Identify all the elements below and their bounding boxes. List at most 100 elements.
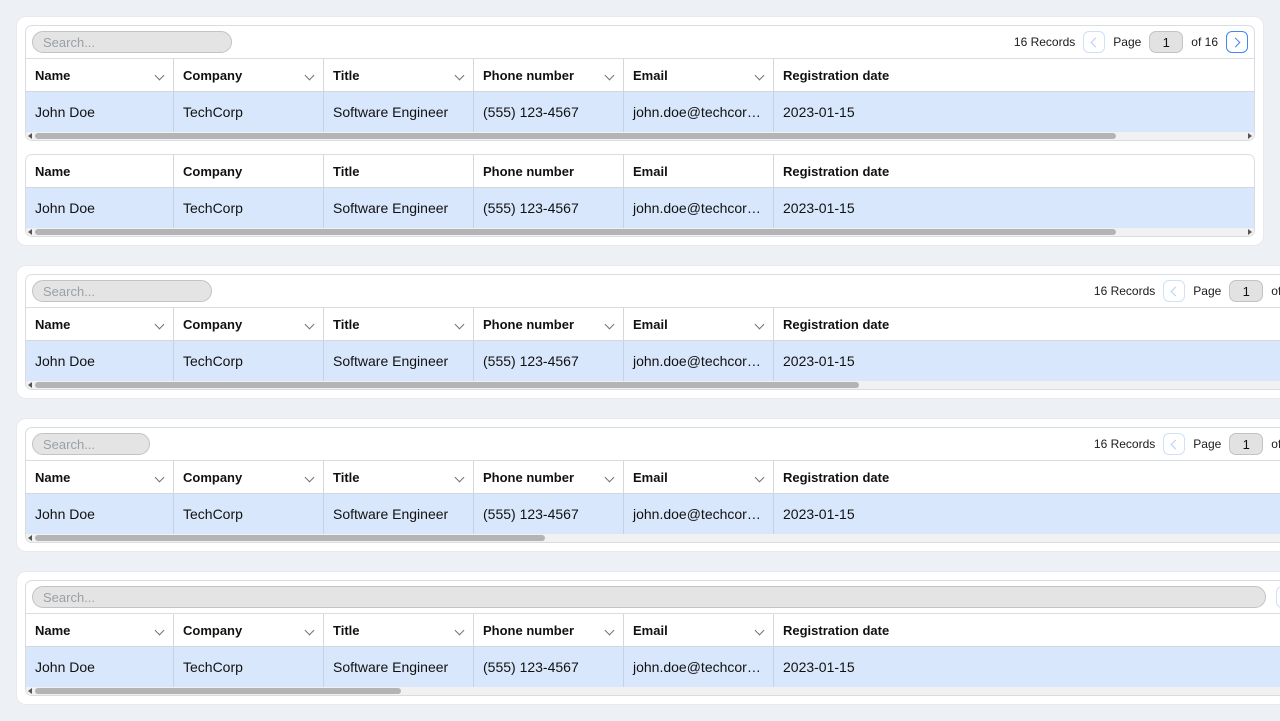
column-header-company: Company — [174, 155, 324, 188]
cell-company: TechCorp — [174, 494, 324, 534]
column-header-title[interactable]: Title — [324, 308, 474, 341]
table-row[interactable]: John Doe TechCorp Software Engineer (555… — [26, 494, 1280, 534]
pagination: 16 Records Page of 16 — [1094, 433, 1280, 455]
scrollbar-arrow-right-icon[interactable] — [1248, 133, 1252, 139]
table-row[interactable]: John Doe TechCorp Software Engineer (555… — [26, 92, 1254, 132]
page-label: Page — [1193, 284, 1221, 298]
column-header-registration-date[interactable]: Registration date — [774, 308, 1280, 341]
next-page-button[interactable] — [1226, 31, 1248, 53]
scrollbar-thumb[interactable] — [35, 229, 1116, 235]
column-header-company[interactable]: Company — [174, 59, 324, 92]
column-header-name[interactable]: Name — [26, 461, 174, 494]
column-header-email[interactable]: Email — [624, 308, 774, 341]
cell-phone: (555) 123-4567 — [474, 341, 624, 381]
data-table: Name Company Title Phone number Email Re… — [26, 155, 1254, 228]
column-label: Name — [35, 68, 70, 83]
page-number-input[interactable] — [1229, 280, 1263, 302]
prev-page-button[interactable] — [1163, 280, 1185, 302]
cell-phone: (555) 123-4567 — [474, 188, 624, 228]
search-input[interactable] — [32, 280, 212, 302]
table-toolbar: 16 Records Page of 16 — [26, 275, 1280, 308]
sort-chevron-icon — [755, 320, 765, 330]
column-label: Name — [35, 470, 70, 485]
scrollbar-arrow-left-icon[interactable] — [28, 535, 32, 541]
column-header-registration-date[interactable]: Registration date — [774, 59, 1254, 92]
horizontal-scrollbar[interactable] — [26, 381, 1280, 389]
column-header-phone[interactable]: Phone number — [474, 59, 624, 92]
scrollbar-thumb[interactable] — [35, 382, 859, 388]
prev-page-button[interactable] — [1163, 433, 1185, 455]
cell-company: TechCorp — [174, 92, 324, 132]
prev-page-button[interactable] — [1276, 586, 1280, 608]
table-viewport: Name Company Title Phone number Email Re… — [26, 614, 1280, 687]
cell-name: John Doe — [26, 341, 174, 381]
sort-chevron-icon — [755, 626, 765, 636]
column-header-phone: Phone number — [474, 155, 624, 188]
column-header-email[interactable]: Email — [624, 614, 774, 647]
column-header-email: Email — [624, 155, 774, 188]
column-header-phone[interactable]: Phone number — [474, 308, 624, 341]
column-header-company[interactable]: Company — [174, 461, 324, 494]
horizontal-scrollbar[interactable] — [26, 534, 1280, 542]
chevron-left-icon — [1171, 286, 1181, 296]
cell-registration-date: 2023-01-15 — [774, 647, 1280, 687]
page-number-input[interactable] — [1149, 31, 1183, 53]
horizontal-scrollbar[interactable] — [26, 228, 1254, 236]
column-label: Phone number — [483, 317, 574, 332]
column-header-email[interactable]: Email — [624, 59, 774, 92]
table-row[interactable]: John Doe TechCorp Software Engineer (555… — [26, 647, 1280, 687]
header-row: Name Company Title Phone number Email Re… — [26, 461, 1280, 494]
table-card-top: 16 Records Page of 16 Name Company Title… — [16, 16, 1264, 246]
sort-chevron-icon — [155, 626, 165, 636]
cell-registration-date: 2023-01-15 — [774, 92, 1254, 132]
table-viewport: Name Company Title Phone number Email Re… — [26, 59, 1254, 132]
scrollbar-arrow-left-icon[interactable] — [28, 229, 32, 235]
scrollbar-arrow-left-icon[interactable] — [28, 688, 32, 694]
sort-chevron-icon — [455, 626, 465, 636]
prev-page-button[interactable] — [1083, 31, 1105, 53]
column-header-name[interactable]: Name — [26, 308, 174, 341]
cell-phone: (555) 123-4567 — [474, 647, 624, 687]
of-total-label: of 16 — [1191, 35, 1218, 49]
column-header-title[interactable]: Title — [324, 59, 474, 92]
search-input[interactable] — [32, 433, 150, 455]
column-label: Phone number — [483, 470, 574, 485]
scrollbar-thumb[interactable] — [35, 535, 545, 541]
column-label: Company — [183, 470, 242, 485]
column-header-email[interactable]: Email — [624, 461, 774, 494]
column-header-name[interactable]: Name — [26, 614, 174, 647]
page-number-input[interactable] — [1229, 433, 1263, 455]
search-input[interactable] — [32, 586, 1266, 608]
table-viewport: Name Company Title Phone number Email Re… — [26, 308, 1280, 381]
cell-registration-date: 2023-01-15 — [774, 188, 1254, 228]
search-input[interactable] — [32, 31, 232, 53]
cell-registration-date: 2023-01-15 — [774, 494, 1280, 534]
column-header-phone[interactable]: Phone number — [474, 461, 624, 494]
chevron-right-icon — [1231, 37, 1241, 47]
chevron-left-icon — [1171, 439, 1181, 449]
table-row[interactable]: John Doe TechCorp Software Engineer (555… — [26, 188, 1254, 228]
sort-chevron-icon — [305, 71, 315, 81]
sort-chevron-icon — [155, 71, 165, 81]
column-label: Registration date — [783, 623, 889, 638]
column-header-title[interactable]: Title — [324, 461, 474, 494]
column-header-company[interactable]: Company — [174, 308, 324, 341]
xs-cards-row: Name Company Title Phone number Email Re… — [16, 571, 1264, 705]
scrollbar-thumb[interactable] — [35, 688, 401, 694]
column-header-name[interactable]: Name — [26, 59, 174, 92]
column-header-title[interactable]: Title — [324, 614, 474, 647]
column-header-registration-date: Registration date — [774, 155, 1254, 188]
header-row: Name Company Title Phone number Email Re… — [26, 155, 1254, 188]
table-row[interactable]: John Doe TechCorp Software Engineer (555… — [26, 341, 1280, 381]
scrollbar-arrow-right-icon[interactable] — [1248, 229, 1252, 235]
scrollbar-arrow-left-icon[interactable] — [28, 382, 32, 388]
column-header-registration-date[interactable]: Registration date — [774, 461, 1280, 494]
horizontal-scrollbar[interactable] — [26, 132, 1254, 140]
column-header-company[interactable]: Company — [174, 614, 324, 647]
column-label: Phone number — [483, 68, 574, 83]
scrollbar-thumb[interactable] — [35, 133, 1116, 139]
horizontal-scrollbar[interactable] — [26, 687, 1280, 695]
column-header-phone[interactable]: Phone number — [474, 614, 624, 647]
scrollbar-arrow-left-icon[interactable] — [28, 133, 32, 139]
column-header-registration-date[interactable]: Registration date — [774, 614, 1280, 647]
